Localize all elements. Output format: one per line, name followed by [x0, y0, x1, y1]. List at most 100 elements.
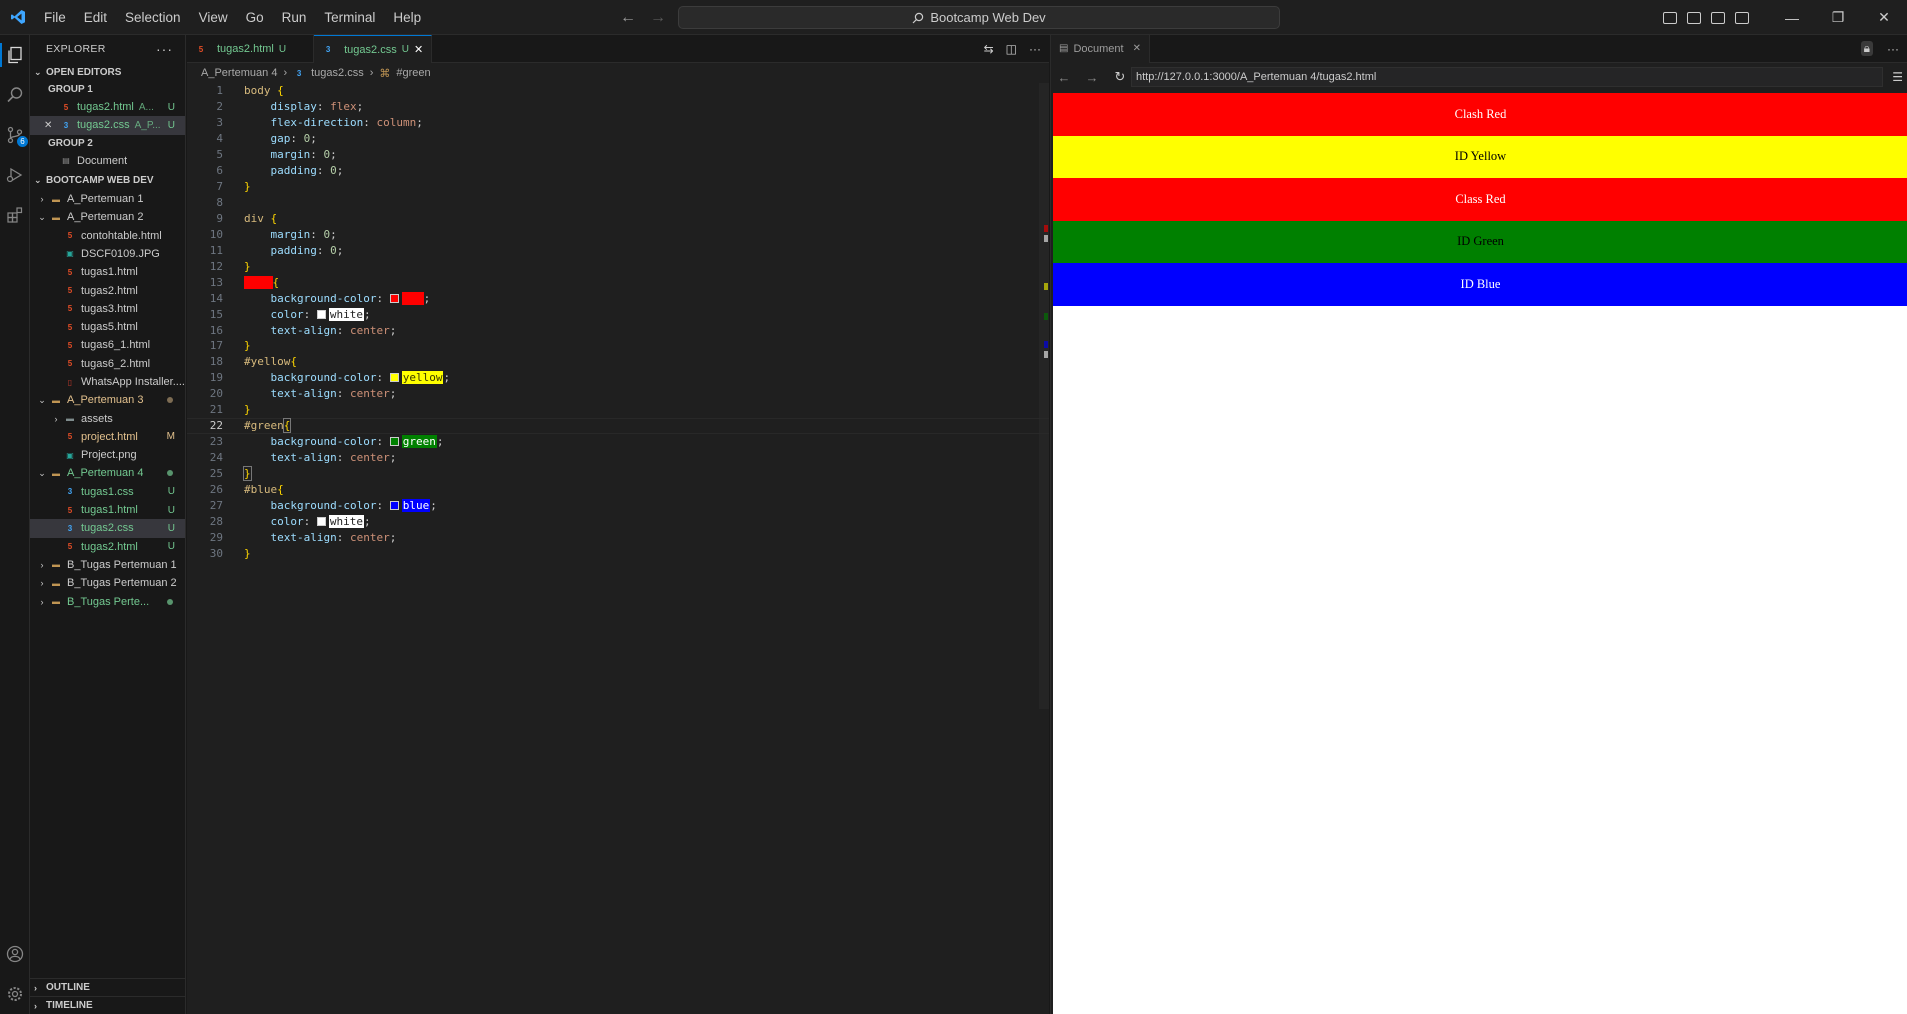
file-item[interactable]: 3 tugas2.css U	[30, 519, 185, 538]
close-editor-icon[interactable]: ✕	[44, 120, 60, 131]
close-tab-icon[interactable]: ✕	[1133, 43, 1141, 54]
workspace-section[interactable]: ⌄ BOOTCAMP WEB DEV	[30, 172, 185, 190]
editor-scrollbar[interactable]	[1039, 83, 1049, 709]
file-item[interactable]: 5 tugas1.html	[30, 263, 185, 281]
explorer-icon[interactable]	[0, 35, 30, 75]
open-editors-section[interactable]: ⌄ OPEN EDITORS	[30, 63, 185, 81]
more-actions-icon[interactable]: ···	[1029, 42, 1041, 56]
menu-selection[interactable]: Selection	[116, 0, 190, 35]
file-item[interactable]: 5 contohtable.html	[30, 226, 185, 244]
open-changes-icon[interactable]: ⇆	[984, 42, 994, 56]
open-editor-name: Document	[77, 154, 128, 167]
code-line: 15 color: white;	[187, 306, 1049, 322]
file-item[interactable]: 5 project.html M	[30, 428, 185, 446]
file-item[interactable]: 5 tugas1.html U	[30, 501, 185, 519]
breadcrumb-folder[interactable]: A_Pertemuan 4	[201, 67, 277, 79]
more-actions-icon[interactable]: ···	[1887, 42, 1899, 56]
code-editor-group: 5 tugas2.html U 3 tugas2.css U ✕ ⇆ ◫ ···…	[187, 35, 1049, 1014]
menu-terminal[interactable]: Terminal	[315, 0, 384, 35]
file-item[interactable]: ▣ Project.png	[30, 446, 185, 464]
activity-bar: 6	[0, 35, 30, 1014]
timeline-section[interactable]: › TIMELINE	[30, 996, 185, 1014]
folder-item[interactable]: › ▬ B_Tugas Pertemuan 2	[30, 574, 185, 592]
toggle-secondary-sidebar-icon[interactable]	[1711, 11, 1725, 24]
chevron-right-icon: ›	[40, 194, 44, 205]
folder-item[interactable]: › ▬ B_Tugas Pertemuan 1	[30, 556, 185, 574]
toggle-primary-sidebar-icon[interactable]	[1663, 11, 1677, 24]
preview-tabs: ▤ Document ✕ 🔒︎ ···	[1051, 34, 1907, 63]
tab-tugas2-html[interactable]: 5 tugas2.html U	[187, 35, 315, 63]
close-window-button[interactable]: ✕	[1861, 0, 1907, 35]
menu-help[interactable]: Help	[384, 0, 430, 35]
more-actions-icon[interactable]: ···	[156, 41, 173, 57]
color-swatch-icon[interactable]	[389, 293, 399, 303]
browser-back-icon[interactable]: ←	[1057, 70, 1071, 85]
open-editor-item[interactable]: ✕ 3 tugas2.css A_P... U	[30, 116, 185, 135]
split-editor-icon[interactable]: ◫	[1006, 42, 1017, 56]
code-token: center	[349, 323, 390, 337]
run-debug-icon[interactable]	[0, 155, 30, 195]
command-center-search[interactable]: Bootcamp Web Dev	[678, 6, 1280, 29]
search-icon[interactable]	[0, 75, 30, 115]
file-item[interactable]: 5 tugas2.html U	[30, 538, 185, 556]
folder-item[interactable]: › ▬ B_Tugas Perte...	[30, 592, 185, 610]
url-input[interactable]: http://127.0.0.1:3000/A_Pertemuan 4/tuga…	[1131, 67, 1883, 87]
restore-button[interactable]: ❐	[1815, 0, 1861, 35]
file-item[interactable]: 5 tugas5.html	[30, 318, 185, 336]
page-div-yellow: ID Yellow	[1053, 135, 1907, 178]
menu-view[interactable]: View	[190, 0, 237, 35]
open-editor-item[interactable]: ▤ Document	[30, 152, 185, 170]
folder-item[interactable]: › ▬ assets	[30, 409, 185, 427]
tab-document[interactable]: ▤ Document ✕	[1051, 34, 1150, 63]
line-number: 27	[209, 498, 223, 512]
menu-go[interactable]: Go	[237, 0, 273, 35]
css-file-icon: 3	[67, 523, 73, 533]
menu-edit[interactable]: Edit	[75, 0, 116, 35]
html-file-icon: 5	[67, 542, 73, 552]
breadcrumb-file[interactable]: tugas2.css	[311, 67, 364, 79]
file-item[interactable]: 5 tugas3.html	[30, 300, 185, 318]
menu-run[interactable]: Run	[273, 0, 316, 35]
file-item[interactable]: 5 tugas2.html	[30, 281, 185, 299]
browser-menu-icon[interactable]: ☰	[1892, 70, 1903, 84]
line-number: 24	[209, 451, 223, 465]
browser-toolbar: ← → ↻ http://127.0.0.1:3000/A_Pertemuan …	[1051, 63, 1907, 91]
lock-group-icon[interactable]: 🔒︎	[1860, 41, 1873, 56]
file-item[interactable]: 5 tugas6_2.html	[30, 355, 185, 373]
file-item[interactable]: 3 tugas1.css U	[30, 483, 185, 501]
code-area[interactable]: 1 body { 2 display: flex; 3 flex-directio…	[187, 83, 1049, 561]
color-swatch-icon[interactable]	[389, 500, 399, 510]
forward-arrow-icon[interactable]: →	[650, 9, 666, 27]
minimize-button[interactable]: —	[1769, 0, 1815, 35]
breadcrumb-symbol[interactable]: #green	[396, 67, 430, 79]
file-name: tugas1.html	[81, 266, 138, 279]
code-line: 14 background-color: red;	[187, 290, 1049, 306]
folder-item[interactable]: ⌄ ▬ A_Pertemuan 4	[30, 464, 185, 482]
workspace-label: BOOTCAMP WEB DEV	[46, 175, 154, 187]
extensions-icon[interactable]	[0, 195, 30, 235]
folder-item[interactable]: ⌄ ▬ A_Pertemuan 2	[30, 208, 185, 226]
file-item[interactable]: ▯ WhatsApp Installer....	[30, 373, 185, 391]
back-arrow-icon[interactable]: ←	[620, 9, 636, 27]
folder-item[interactable]: › ▬ A_Pertemuan 1	[30, 190, 185, 208]
close-tab-icon[interactable]: ✕	[414, 43, 423, 56]
line-number: 23	[209, 435, 223, 449]
browser-reload-icon[interactable]: ↻	[1113, 69, 1127, 85]
open-editor-item[interactable]: 5 tugas2.html A... U	[30, 98, 185, 116]
settings-gear-icon[interactable]	[0, 974, 30, 1014]
file-item[interactable]: ▣ DSCF0109.JPG	[30, 245, 185, 263]
outline-section[interactable]: › OUTLINE	[30, 978, 185, 996]
source-control-icon[interactable]: 6	[0, 115, 30, 155]
browser-forward-icon[interactable]: →	[1085, 70, 1099, 85]
folder-item[interactable]: ⌄ ▬ A_Pertemuan 3	[30, 391, 185, 409]
file-item[interactable]: 5 tugas6_1.html	[30, 336, 185, 354]
color-swatch-icon[interactable]	[316, 516, 326, 526]
color-swatch-icon[interactable]	[389, 373, 399, 383]
toggle-panel-icon[interactable]	[1687, 11, 1701, 24]
customize-layout-icon[interactable]	[1735, 11, 1749, 24]
color-swatch-icon[interactable]	[316, 309, 326, 319]
account-icon[interactable]	[0, 934, 30, 974]
color-swatch-icon[interactable]	[389, 437, 399, 447]
menu-file[interactable]: File	[35, 0, 75, 35]
tab-tugas2-css[interactable]: 3 tugas2.css U ✕	[314, 35, 433, 63]
